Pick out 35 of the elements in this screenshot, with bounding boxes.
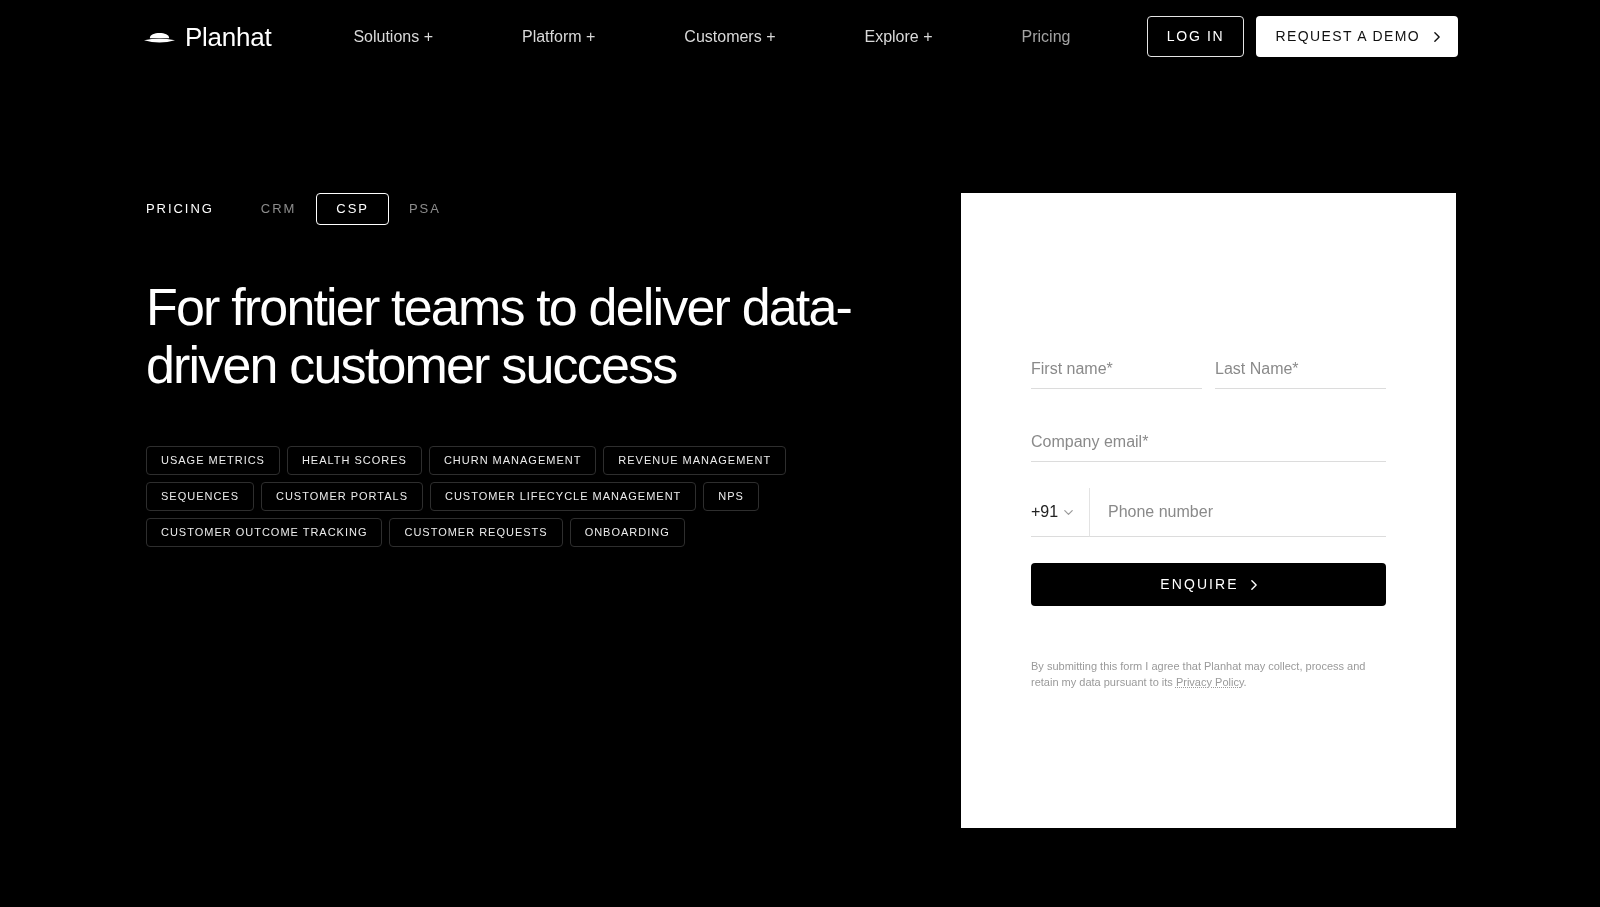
feature-tag: SEQUENCES: [146, 482, 254, 511]
nav-link[interactable]: Explore +: [864, 26, 933, 47]
request-demo-button[interactable]: REQUEST A DEMO: [1256, 16, 1458, 57]
name-field[interactable]: Last Name*: [1215, 349, 1386, 389]
feature-tag: CUSTOMER LIFECYCLE MANAGEMENT: [429, 482, 697, 511]
feature-tag: CUSTOMER OUTCOME TRACKING: [146, 518, 383, 547]
chevron-right-icon: [1250, 579, 1257, 590]
feature-tag: CHURN MANAGEMENT: [428, 446, 597, 475]
product-tab[interactable]: CRM: [240, 193, 317, 225]
product-tab[interactable]: CSP: [316, 193, 389, 225]
feature-tag: CUSTOMER PORTALS: [261, 482, 423, 511]
enquire-button[interactable]: ENQUIRE: [1031, 563, 1386, 606]
feature-tag: REVENUE MANAGEMENT: [603, 446, 787, 475]
chevron-right-icon: [1434, 31, 1440, 42]
nav-link[interactable]: Pricing: [1021, 26, 1071, 47]
nav-link[interactable]: Solutions +: [353, 26, 433, 47]
feature-tag: USAGE METRICS: [146, 446, 280, 475]
name-field[interactable]: First name*: [1031, 349, 1202, 389]
phone-number-field[interactable]: Phone number: [1090, 488, 1386, 537]
email-field[interactable]: Company email*: [1031, 422, 1386, 462]
country-code-select[interactable]: +91: [1031, 488, 1090, 537]
feature-tag: CUSTOMER REQUESTS: [389, 518, 563, 547]
log-in-button[interactable]: LOG IN: [1146, 16, 1245, 57]
logo-wordmark: Planhat: [185, 21, 272, 52]
nav-link[interactable]: Platform +: [522, 26, 596, 47]
logo[interactable]: Planhat: [144, 21, 272, 52]
feature-tag: HEALTH SCORES: [286, 446, 422, 475]
consent-text: By submitting this form I agree that Planhat may collect, process and retain my data pursuant to its Privacy Policy.: [1031, 659, 1367, 690]
section-label: PRICING: [146, 200, 214, 219]
chevron-down-icon: [1064, 509, 1074, 515]
feature-tag: ONBOARDING: [569, 518, 685, 547]
nav-link[interactable]: Customers +: [684, 26, 776, 47]
hero-headline: For frontier teams to deliver data-driven customer success: [146, 278, 853, 394]
product-tab[interactable]: PSA: [388, 193, 461, 225]
feature-tag: NPS: [703, 482, 759, 511]
